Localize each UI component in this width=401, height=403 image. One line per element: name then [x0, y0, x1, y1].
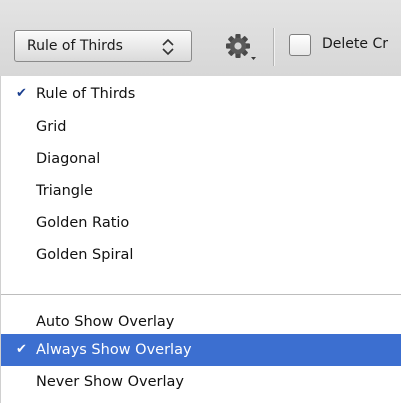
menu-separator: [0, 294, 401, 295]
menu-item-triangle[interactable]: Triangle: [0, 175, 401, 207]
delete-cropped-label: Delete Cr: [322, 36, 388, 52]
checkmark-icon: ✔: [16, 342, 27, 357]
menu-item-label: Never Show Overlay: [36, 374, 184, 390]
menu-item-label: Golden Spiral: [36, 247, 134, 263]
checkmark-icon: ✔: [16, 86, 27, 101]
menu-item-label: Grid: [36, 119, 67, 135]
menu-item-label: Always Show Overlay: [36, 342, 192, 358]
menu-item-label: Golden Ratio: [36, 215, 130, 231]
overlay-dropdown-menu: ✔ Rule of Thirds Grid Diagonal Triangle …: [0, 76, 401, 403]
overlay-type-select[interactable]: Rule of Thirds: [14, 30, 192, 62]
toolbar-divider: [273, 28, 274, 66]
menu-item-golden-spiral[interactable]: Golden Spiral: [0, 239, 401, 271]
menu-left-border: [0, 76, 1, 403]
menu-item-diagonal[interactable]: Diagonal: [0, 143, 401, 175]
gear-icon: [226, 34, 256, 60]
options-toolbar: Rule of Thirds Delete Cr: [0, 0, 401, 76]
up-down-arrows-icon: [162, 38, 174, 56]
overlay-options-button[interactable]: [224, 33, 260, 63]
delete-cropped-checkbox[interactable]: [289, 34, 311, 56]
menu-item-rule-of-thirds[interactable]: ✔ Rule of Thirds: [0, 78, 401, 110]
crop-tool-options-screen: Rule of Thirds Delete Cr ✔ Rule of Third…: [0, 0, 401, 403]
menu-item-label: Diagonal: [36, 151, 101, 167]
menu-item-always-show-overlay[interactable]: ✔ Always Show Overlay: [0, 334, 401, 366]
small-dropdown-arrow: [251, 57, 256, 60]
menu-item-golden-ratio[interactable]: Golden Ratio: [0, 207, 401, 239]
overlay-type-select-value: Rule of Thirds: [27, 38, 123, 54]
menu-item-never-show-overlay[interactable]: Never Show Overlay: [0, 366, 401, 398]
menu-item-label: Triangle: [36, 183, 93, 199]
menu-item-grid[interactable]: Grid: [0, 111, 401, 143]
menu-item-label: Rule of Thirds: [36, 86, 136, 102]
